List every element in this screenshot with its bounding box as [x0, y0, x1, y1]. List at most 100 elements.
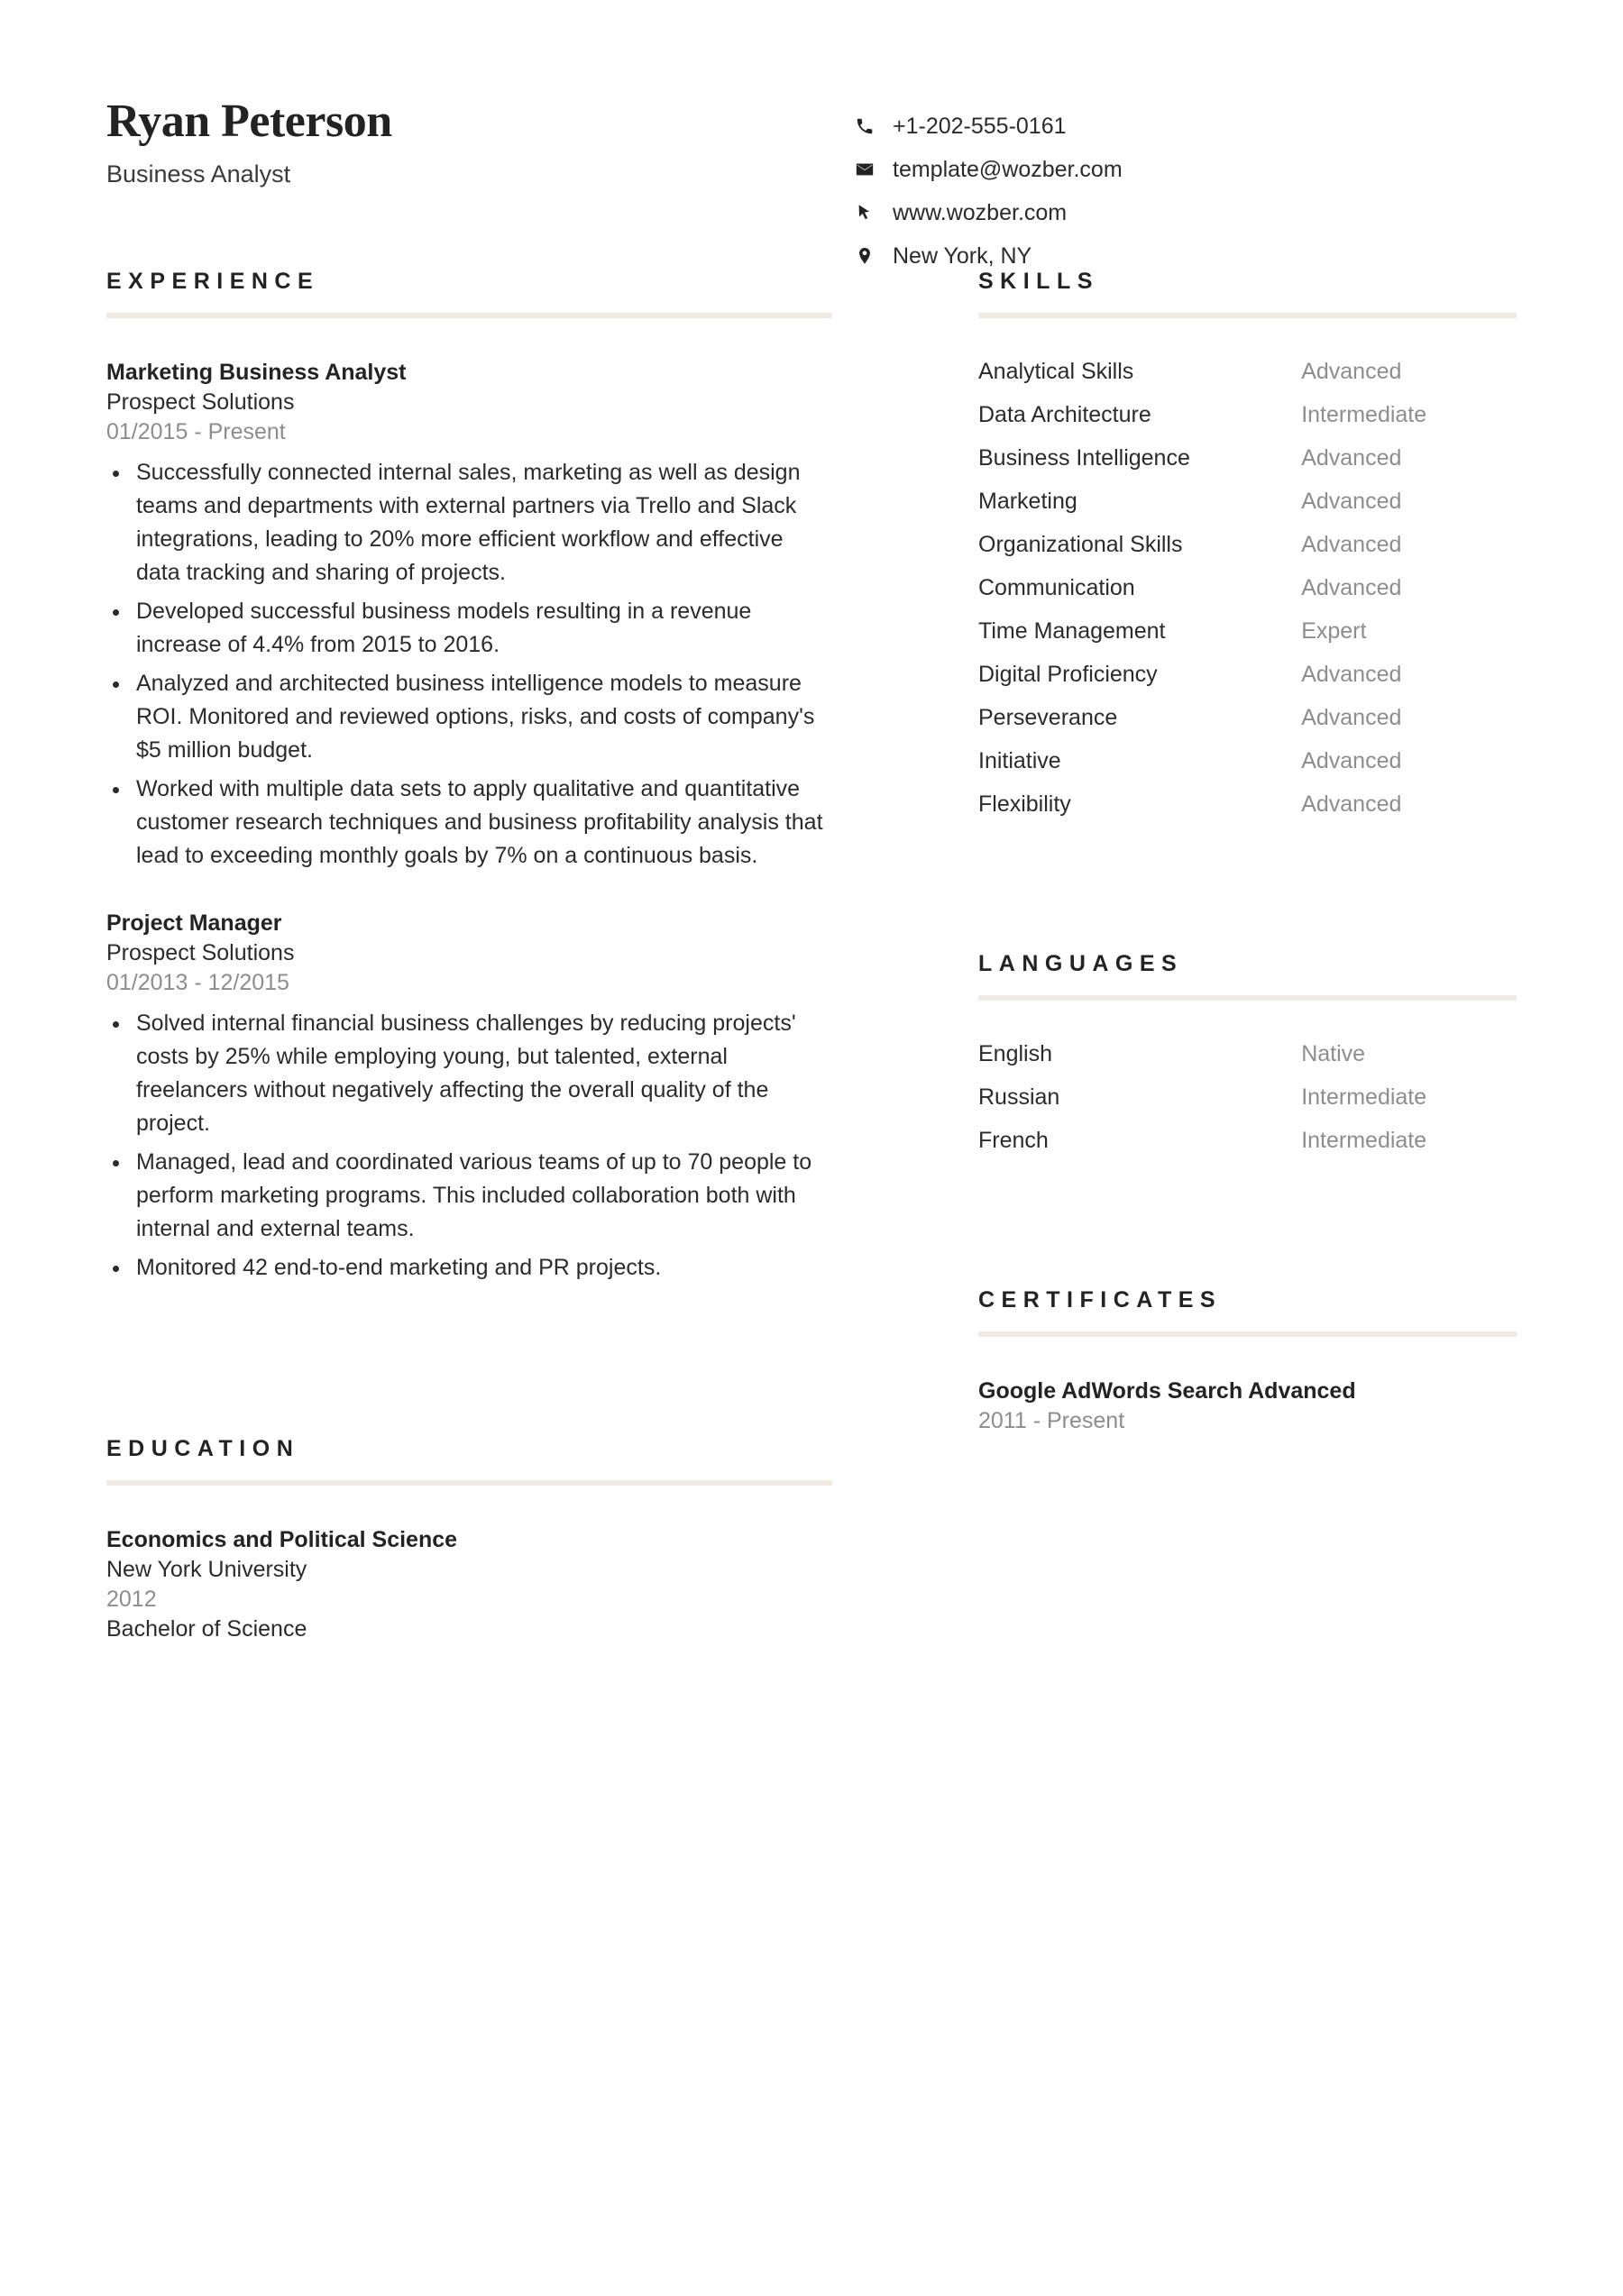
- section-title-education: EDUCATION: [106, 1436, 300, 1461]
- skill-name: Time Management: [978, 618, 1166, 644]
- section-experience: EXPERIENCE Marketing Business Analyst Pr…: [106, 270, 832, 1285]
- contact-row-website[interactable]: www.wozber.com: [855, 191, 1396, 234]
- section-title-skills: SKILLS: [978, 269, 1099, 294]
- resume-header: Ryan Peterson Business Analyst +1-202-55…: [106, 0, 1517, 270]
- experience-bullets: Successfully connected internal sales, m…: [106, 456, 832, 873]
- skill-name: Organizational Skills: [978, 532, 1183, 557]
- skill-row: Business Intelligence Advanced: [978, 444, 1517, 471]
- skill-name: Analytical Skills: [978, 359, 1134, 384]
- skill-row: Time Management Expert: [978, 617, 1517, 645]
- skill-level: Advanced: [1301, 445, 1402, 471]
- left-column: EXPERIENCE Marketing Business Analyst Pr…: [106, 270, 832, 1644]
- skill-level: Expert: [1301, 618, 1367, 644]
- certificates-list: Google AdWords Search Advanced 2011 - Pr…: [978, 1337, 1517, 1436]
- education-year: 2012: [106, 1587, 157, 1612]
- resume-page: Ryan Peterson Business Analyst +1-202-55…: [0, 0, 1623, 2296]
- list-item: Developed successful business models res…: [106, 595, 832, 662]
- language-name: Russian: [978, 1084, 1060, 1110]
- skill-name: Marketing: [978, 489, 1077, 514]
- skill-name: Flexibility: [978, 791, 1071, 817]
- cursor-icon: [855, 203, 893, 223]
- experience-entries: Marketing Business Analyst Prospect Solu…: [106, 318, 832, 1285]
- language-level: Native: [1301, 1041, 1366, 1066]
- skill-level: Intermediate: [1301, 402, 1427, 427]
- list-item: Successfully connected internal sales, m…: [106, 456, 832, 590]
- skill-row: Data Architecture Intermediate: [978, 401, 1517, 428]
- skill-name: Data Architecture: [978, 402, 1151, 427]
- education-entries: Economics and Political Science New York…: [106, 1486, 832, 1644]
- skill-row: Digital Proficiency Advanced: [978, 661, 1517, 688]
- contact-row-phone[interactable]: +1-202-555-0161: [855, 105, 1396, 148]
- contact-location-value: New York, NY: [893, 242, 1032, 269]
- language-row: English Native: [978, 1040, 1517, 1067]
- contact-website-value: www.wozber.com: [893, 199, 1068, 225]
- experience-position: Marketing Business Analyst: [106, 360, 407, 385]
- skill-level: Advanced: [1301, 489, 1402, 514]
- language-row: Russian Intermediate: [978, 1084, 1517, 1111]
- skill-name: Digital Proficiency: [978, 662, 1158, 687]
- certificate-name: Google AdWords Search Advanced: [978, 1378, 1356, 1404]
- certificate-dates: 2011 - Present: [978, 1408, 1125, 1433]
- list-item: Managed, lead and coordinated various te…: [106, 1146, 832, 1246]
- experience-company: Prospect Solutions: [106, 389, 295, 415]
- language-row: French Intermediate: [978, 1127, 1517, 1154]
- experience-entry: Marketing Business Analyst Prospect Solu…: [106, 358, 832, 873]
- envelope-icon: [855, 160, 893, 179]
- contact-phone-value: +1-202-555-0161: [893, 113, 1067, 139]
- skill-name: Initiative: [978, 748, 1061, 773]
- contact-row-email[interactable]: template@wozber.com: [855, 148, 1396, 191]
- education-school: New York University: [106, 1557, 307, 1582]
- education-degree: Bachelor of Science: [106, 1616, 307, 1642]
- section-education: EDUCATION Economics and Political Scienc…: [106, 1438, 832, 1644]
- languages-list: English Native Russian Intermediate Fren…: [978, 1001, 1517, 1154]
- identity-block: Ryan Peterson Business Analyst: [106, 96, 855, 270]
- section-skills: SKILLS Analytical Skills Advanced Data A…: [978, 270, 1517, 818]
- section-certificates: CERTIFICATES Google AdWords Search Advan…: [978, 1289, 1517, 1436]
- list-item: Worked with multiple data sets to apply …: [106, 773, 832, 873]
- skills-list: Analytical Skills Advanced Data Architec…: [978, 318, 1517, 818]
- skill-row: Communication Advanced: [978, 574, 1517, 601]
- location-icon: [855, 246, 893, 266]
- right-column: SKILLS Analytical Skills Advanced Data A…: [978, 270, 1517, 1644]
- experience-dates: 01/2013 - 12/2015: [106, 970, 289, 995]
- resume-body: EXPERIENCE Marketing Business Analyst Pr…: [106, 270, 1517, 1644]
- skill-level: Advanced: [1301, 532, 1402, 557]
- list-item: Analyzed and architected business intell…: [106, 667, 832, 767]
- language-name: English: [978, 1041, 1052, 1066]
- experience-bullets: Solved internal financial business chall…: [106, 1007, 832, 1285]
- skill-level: Advanced: [1301, 748, 1402, 773]
- language-level: Intermediate: [1301, 1084, 1427, 1110]
- list-item: Solved internal financial business chall…: [106, 1007, 832, 1140]
- section-title-certificates: CERTIFICATES: [978, 1287, 1223, 1313]
- list-item: Monitored 42 end-to-end marketing and PR…: [106, 1251, 832, 1285]
- skill-name: Perseverance: [978, 705, 1118, 730]
- skill-row: Marketing Advanced: [978, 488, 1517, 515]
- experience-company: Prospect Solutions: [106, 940, 295, 965]
- skill-name: Business Intelligence: [978, 445, 1190, 471]
- language-level: Intermediate: [1301, 1128, 1427, 1153]
- phone-icon: [855, 116, 893, 136]
- experience-dates: 01/2015 - Present: [106, 419, 286, 444]
- skill-row: Initiative Advanced: [978, 747, 1517, 774]
- skill-level: Advanced: [1301, 705, 1402, 730]
- skill-level: Advanced: [1301, 359, 1402, 384]
- skill-row: Perseverance Advanced: [978, 704, 1517, 731]
- contact-email-value: template@wozber.com: [893, 156, 1123, 182]
- skill-row: Analytical Skills Advanced: [978, 358, 1517, 385]
- experience-entry: Project Manager Prospect Solutions 01/20…: [106, 909, 832, 1285]
- candidate-job-title: Business Analyst: [106, 160, 291, 188]
- certificate-entry: Google AdWords Search Advanced 2011 - Pr…: [978, 1377, 1517, 1436]
- language-name: French: [978, 1128, 1049, 1153]
- section-title-experience: EXPERIENCE: [106, 269, 320, 294]
- skill-level: Advanced: [1301, 662, 1402, 687]
- skill-row: Flexibility Advanced: [978, 791, 1517, 818]
- contact-block: +1-202-555-0161 template@wozber.com www.…: [855, 97, 1396, 270]
- section-title-languages: LANGUAGES: [978, 951, 1184, 976]
- section-languages: LANGUAGES English Native Russian Interme…: [978, 953, 1517, 1154]
- candidate-name: Ryan Peterson: [106, 96, 392, 147]
- skill-name: Communication: [978, 575, 1135, 600]
- education-entry: Economics and Political Science New York…: [106, 1525, 832, 1644]
